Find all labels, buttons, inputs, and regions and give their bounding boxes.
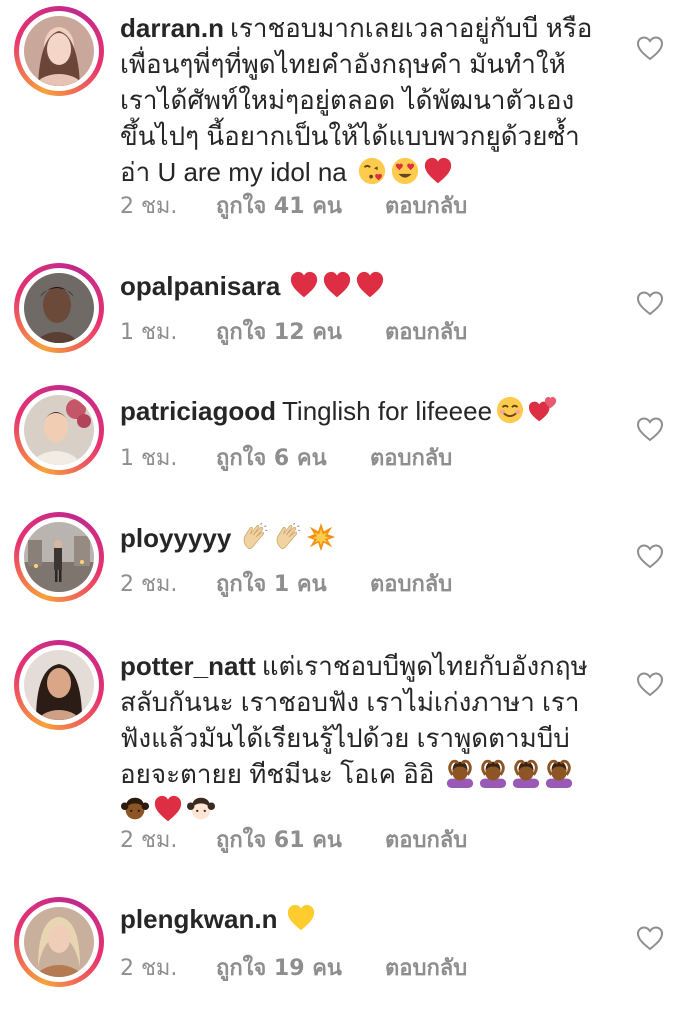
red-heart-emoji <box>423 156 453 186</box>
yellow-heart-emoji <box>286 903 316 933</box>
comment-meta: 2 ชม. ถูกใจ 1 คน ตอบกลับ <box>120 566 620 597</box>
username[interactable]: patriciagood <box>120 396 276 426</box>
comment-meta: 2 ชม. ถูกใจ 61 คน ตอบกลับ <box>120 822 620 853</box>
likes-count[interactable]: ถูกใจ 1 คน <box>216 566 327 601</box>
like-heart-icon[interactable] <box>636 416 664 442</box>
like-heart-icon[interactable] <box>636 35 664 61</box>
reply-button[interactable]: ตอบกลับ <box>385 188 467 223</box>
clapping-hands-emoji <box>273 522 303 552</box>
person-gesturing-ok-emoji <box>445 758 475 788</box>
person-gesturing-ok-emoji <box>478 758 508 788</box>
clapping-hands-emoji <box>240 522 270 552</box>
avatar[interactable] <box>14 640 104 730</box>
comment-text-line: ขึ้นไปๆ นี้อยากเป็นให้ได้แบบพวกยูด้วยซ้ำ <box>120 121 580 151</box>
comment-time: 2 ชม. <box>120 828 178 853</box>
comment-text-line: สลับกันนะ เราชอบฟัง เราไม่เก่งภาษา เรา <box>120 687 580 717</box>
comment-body: patriciagood Tinglish for lifeeee <box>120 393 618 429</box>
comment-time: 2 ชม. <box>120 572 178 597</box>
like-heart-icon[interactable] <box>636 671 664 697</box>
comment-body: darran.n เราชอบมากเลยเวลาอยู่กับบี หรือ เ… <box>120 10 618 190</box>
red-heart-emoji <box>153 794 183 824</box>
comment-body: ployyyyy <box>120 520 618 556</box>
comment-text-line: เพื่อนๆพี่ๆที่พูดไทยคำอังกฤษคำ มันทำให้ <box>120 49 566 79</box>
comment-meta: 2 ชม. ถูกใจ 41 คน ตอบกลับ <box>120 188 620 219</box>
comment-time: 2 ชม. <box>120 956 178 981</box>
collision-emoji <box>306 522 336 552</box>
likes-count[interactable]: ถูกใจ 61 คน <box>216 822 342 857</box>
avatar[interactable] <box>14 6 104 96</box>
comment-meta: 1 ชม. ถูกใจ 12 คน ตอบกลับ <box>120 314 620 345</box>
avatar[interactable] <box>14 385 104 475</box>
reply-button[interactable]: ตอบกลับ <box>385 950 467 985</box>
smiling-emoji <box>495 395 525 425</box>
comment-time: 1 ชม. <box>120 446 178 471</box>
avatar[interactable] <box>14 263 104 353</box>
reply-button[interactable]: ตอบกลับ <box>385 822 467 857</box>
comment-body: potter_natt แต่เราชอบบีพูดไทยกับอังกฤษ สล… <box>120 648 618 828</box>
comment-text-line: แต่เราชอบบีพูดไทยกับอังกฤษ <box>261 651 588 681</box>
like-heart-icon[interactable] <box>636 925 664 951</box>
girl-dark-emoji <box>120 794 150 824</box>
comment-body: opalpanisara <box>120 268 618 304</box>
avatar[interactable] <box>14 897 104 987</box>
reply-button[interactable]: ตอบกลับ <box>370 440 452 475</box>
likes-count[interactable]: ถูกใจ 6 คน <box>216 440 327 475</box>
comment-time: 2 ชม. <box>120 194 178 219</box>
reply-button[interactable]: ตอบกลับ <box>385 314 467 349</box>
comment-text-line: ฟังแล้วมันได้เรียนรู้ไปด้วย เราพูดตามบีบ… <box>120 723 570 753</box>
red-heart-emoji <box>355 270 385 300</box>
comment-text-line: Tinglish for lifeeee <box>282 396 493 426</box>
likes-count[interactable]: ถูกใจ 19 คน <box>216 950 342 985</box>
red-heart-emoji <box>322 270 352 300</box>
two-hearts-emoji <box>528 395 558 425</box>
red-heart-emoji <box>289 270 319 300</box>
person-gesturing-ok-emoji <box>544 758 574 788</box>
username[interactable]: darran.n <box>120 13 224 43</box>
comment-body: plengkwan.n <box>120 901 618 937</box>
likes-count[interactable]: ถูกใจ 41 คน <box>216 188 342 223</box>
username[interactable]: opalpanisara <box>120 271 280 301</box>
comment-meta: 2 ชม. ถูกใจ 19 คน ตอบกลับ <box>120 950 620 981</box>
reply-button[interactable]: ตอบกลับ <box>370 566 452 601</box>
username[interactable]: potter_natt <box>120 651 256 681</box>
comment-meta: 1 ชม. ถูกใจ 6 คน ตอบกลับ <box>120 440 620 471</box>
comment-text-line: อ่า U are my idol na <box>120 157 347 187</box>
likes-count[interactable]: ถูกใจ 12 คน <box>216 314 342 349</box>
like-heart-icon[interactable] <box>636 290 664 316</box>
person-gesturing-ok-emoji <box>511 758 541 788</box>
kissing-heart-emoji <box>357 156 387 186</box>
comment-text-line: อยจะตายย ทีชมีนะ โอเค อิอิ <box>120 759 435 789</box>
comment-time: 1 ชม. <box>120 320 178 345</box>
heart-eyes-emoji <box>390 156 420 186</box>
girl-light-emoji <box>186 794 216 824</box>
avatar[interactable] <box>14 512 104 602</box>
comment-text-line: เราได้ศัพท์ใหม่ๆอยู่ตลอด ได้พัฒนาตัวเอง <box>120 85 575 115</box>
username[interactable]: ployyyyy <box>120 523 231 553</box>
username[interactable]: plengkwan.n <box>120 904 277 934</box>
like-heart-icon[interactable] <box>636 543 664 569</box>
comment-text-line: เราชอบมากเลยเวลาอยู่กับบี หรือ <box>230 13 593 43</box>
